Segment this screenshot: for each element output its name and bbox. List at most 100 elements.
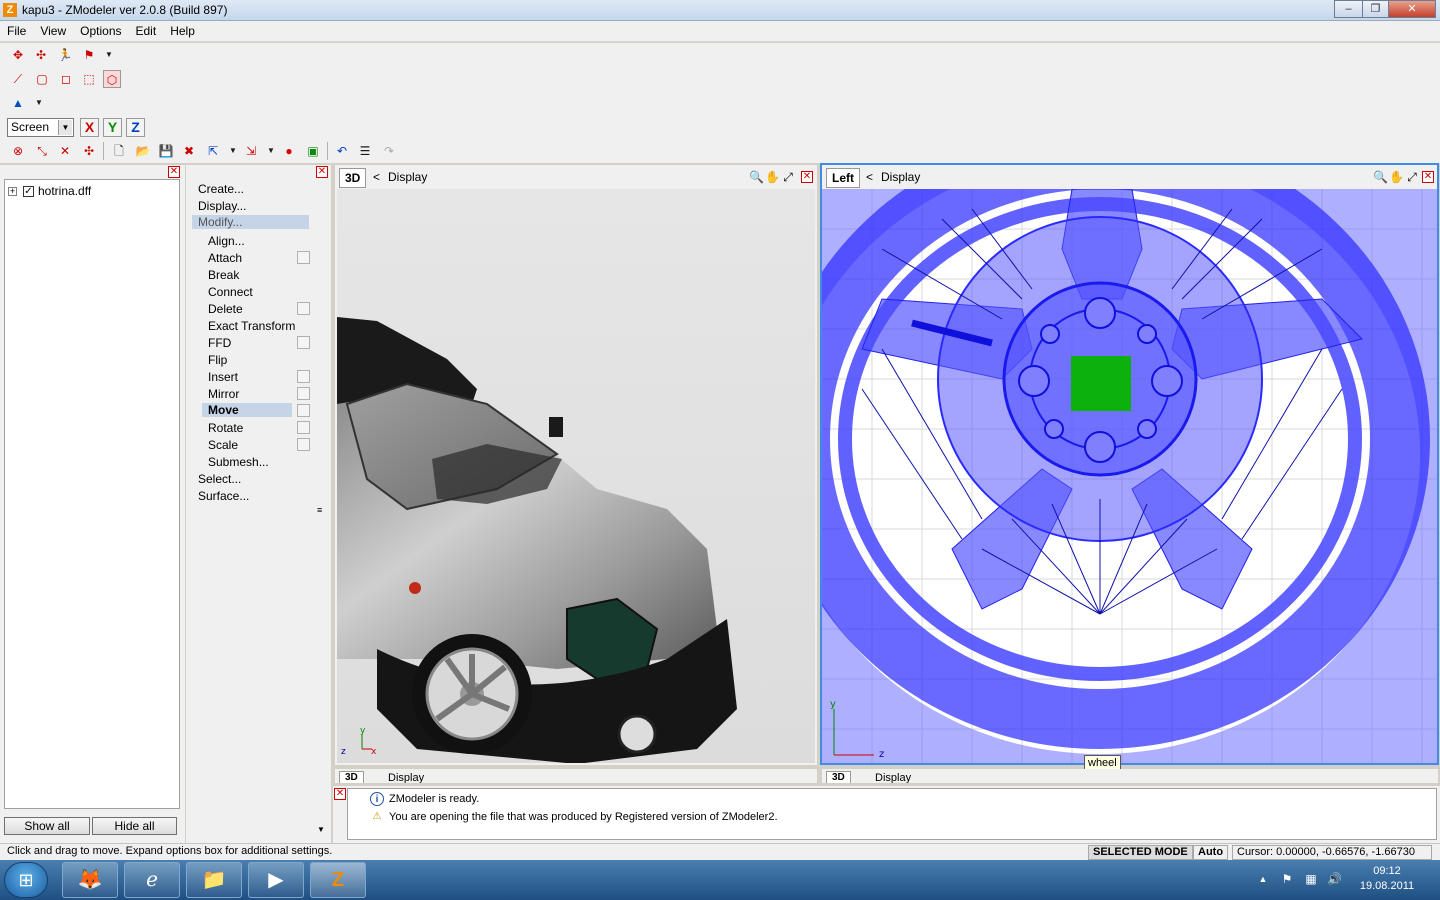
cmd-attach[interactable]: Attach: [208, 251, 242, 265]
maximize-viewport-icon[interactable]: ⤢: [781, 170, 795, 184]
cmd-mirror[interactable]: Mirror: [208, 387, 239, 401]
menu-options[interactable]: Options: [73, 21, 128, 38]
chevron-left-icon[interactable]: <: [373, 170, 380, 184]
tree-expander[interactable]: +: [8, 187, 17, 196]
scroll-down-icon[interactable]: ▼: [317, 825, 325, 834]
firefox-icon[interactable]: 🦊: [62, 862, 118, 898]
save-icon[interactable]: 💾: [157, 142, 175, 160]
menu-edit[interactable]: Edit: [129, 21, 164, 38]
select-edge-icon[interactable]: ✣: [32, 46, 50, 64]
close-icon[interactable]: ✕: [801, 171, 813, 183]
windows-start-icon[interactable]: ⊞: [4, 862, 48, 898]
cmd-create[interactable]: Create...: [198, 182, 244, 196]
minimize-button[interactable]: –: [1334, 0, 1363, 18]
select-mode-icon[interactable]: ⚑: [80, 46, 98, 64]
cmd-flip[interactable]: Flip: [208, 353, 227, 367]
viewport-left-canvas[interactable]: y z: [822, 189, 1437, 763]
select-vertex-icon[interactable]: ✥: [9, 46, 27, 64]
show-all-button[interactable]: Show all: [4, 817, 90, 835]
command-scrollbar[interactable]: ≡ ▼: [315, 179, 328, 843]
cmd-align[interactable]: Align...: [208, 234, 245, 248]
cmd-move[interactable]: Move: [202, 403, 292, 417]
render-icon[interactable]: ▣: [304, 142, 322, 160]
options-box[interactable]: [297, 438, 310, 451]
zoom-icon[interactable]: 🔍: [749, 170, 764, 184]
axis-rotate-icon[interactable]: ✣: [80, 142, 98, 160]
close-icon[interactable]: ✕: [316, 166, 328, 178]
viewport-display-menu[interactable]: Display: [388, 170, 427, 184]
export-icon[interactable]: ⇲: [242, 142, 260, 160]
status-mode[interactable]: SELECTED MODE: [1088, 845, 1193, 860]
axis-z-toggle[interactable]: Z: [126, 118, 145, 137]
viewport-display-menu[interactable]: Display: [881, 170, 920, 184]
zmodeler-taskbar-icon[interactable]: Z: [310, 862, 366, 898]
cmd-surface[interactable]: Surface...: [198, 489, 249, 503]
chevron-down-icon[interactable]: ▼: [262, 142, 280, 160]
options-box[interactable]: [297, 370, 310, 383]
options-box[interactable]: [297, 251, 310, 264]
viewport-name[interactable]: 3D: [339, 771, 364, 783]
axis-move-icon[interactable]: ⤡: [33, 142, 51, 160]
viewport-name[interactable]: 3D: [826, 771, 851, 783]
cmd-rotate[interactable]: Rotate: [208, 421, 243, 435]
pan-hand-icon[interactable]: ✋: [1389, 170, 1404, 184]
viewport-name[interactable]: Left: [826, 168, 860, 188]
viewport-display-menu[interactable]: Display: [388, 772, 424, 783]
maximize-button[interactable]: ❐: [1362, 0, 1389, 18]
cmd-modify[interactable]: Modify...: [192, 215, 309, 229]
cmd-display[interactable]: Display...: [198, 199, 246, 213]
pyramid-icon[interactable]: ▲: [9, 94, 27, 112]
action-center-flag-icon[interactable]: ⚑: [1280, 872, 1294, 886]
file-explorer-icon[interactable]: 📁: [186, 862, 242, 898]
cmd-connect[interactable]: Connect: [208, 285, 253, 299]
system-clock[interactable]: 09:12 19.08.2011: [1352, 864, 1422, 894]
vertices-icon[interactable]: ⟋: [9, 70, 27, 88]
polygons-icon[interactable]: ◻: [57, 70, 75, 88]
options-box[interactable]: [297, 421, 310, 434]
menu-file[interactable]: File: [0, 21, 33, 38]
menu-help[interactable]: Help: [163, 21, 202, 38]
open-folder-icon[interactable]: 📂: [134, 142, 152, 160]
axis-y-toggle[interactable]: Y: [103, 118, 122, 137]
cmd-insert[interactable]: Insert: [208, 370, 238, 384]
coord-system-select[interactable]: Screen ▼: [7, 118, 74, 137]
axis-scale-icon[interactable]: ✕: [56, 142, 74, 160]
viewport-name[interactable]: 3D: [339, 168, 367, 188]
magnet-icon[interactable]: ⊗: [9, 142, 27, 160]
cube-icon[interactable]: ⬡: [103, 70, 121, 88]
options-box[interactable]: [297, 404, 310, 417]
chevron-down-icon[interactable]: ▼: [100, 46, 118, 64]
show-hidden-icons-icon[interactable]: ▲: [1256, 872, 1270, 886]
pan-hand-icon[interactable]: ✋: [765, 170, 780, 184]
close-button[interactable]: ✕: [1388, 0, 1436, 18]
cmd-select[interactable]: Select...: [198, 472, 241, 486]
chevron-down-icon[interactable]: ▼: [224, 142, 242, 160]
viewport-display-menu[interactable]: Display: [875, 772, 911, 783]
volume-icon[interactable]: 🔊: [1327, 872, 1342, 886]
close-icon[interactable]: ✕: [1422, 171, 1434, 183]
history-icon[interactable]: ☰: [356, 142, 374, 160]
cmd-ffd[interactable]: FFD: [208, 336, 231, 350]
status-auto[interactable]: Auto: [1193, 845, 1229, 860]
record-icon[interactable]: ●: [280, 142, 298, 160]
tree-item-file[interactable]: hotrina.dff: [38, 184, 91, 198]
cmd-break[interactable]: Break: [208, 268, 239, 282]
cmd-submesh[interactable]: Submesh...: [208, 455, 269, 469]
viewport-3d-canvas[interactable]: y z x: [337, 189, 815, 763]
visibility-checkbox[interactable]: ✓: [23, 186, 34, 197]
zoom-icon[interactable]: 🔍: [1373, 170, 1388, 184]
chevron-left-icon[interactable]: <: [866, 170, 873, 184]
cmd-exact-transform[interactable]: Exact Transform: [208, 319, 295, 333]
select-figure-icon[interactable]: 🏃: [56, 46, 74, 64]
axis-x-toggle[interactable]: X: [80, 118, 99, 137]
hide-all-button[interactable]: Hide all: [92, 817, 177, 835]
internet-explorer-icon[interactable]: ℯ: [124, 862, 180, 898]
cmd-scale[interactable]: Scale: [208, 438, 238, 452]
redo-icon[interactable]: ↷: [380, 142, 398, 160]
cmd-delete[interactable]: Delete: [208, 302, 243, 316]
options-box[interactable]: [297, 387, 310, 400]
new-file-icon[interactable]: 🗋: [110, 142, 128, 160]
menu-view[interactable]: View: [33, 21, 73, 38]
options-box[interactable]: [297, 302, 310, 315]
options-box[interactable]: [297, 336, 310, 349]
